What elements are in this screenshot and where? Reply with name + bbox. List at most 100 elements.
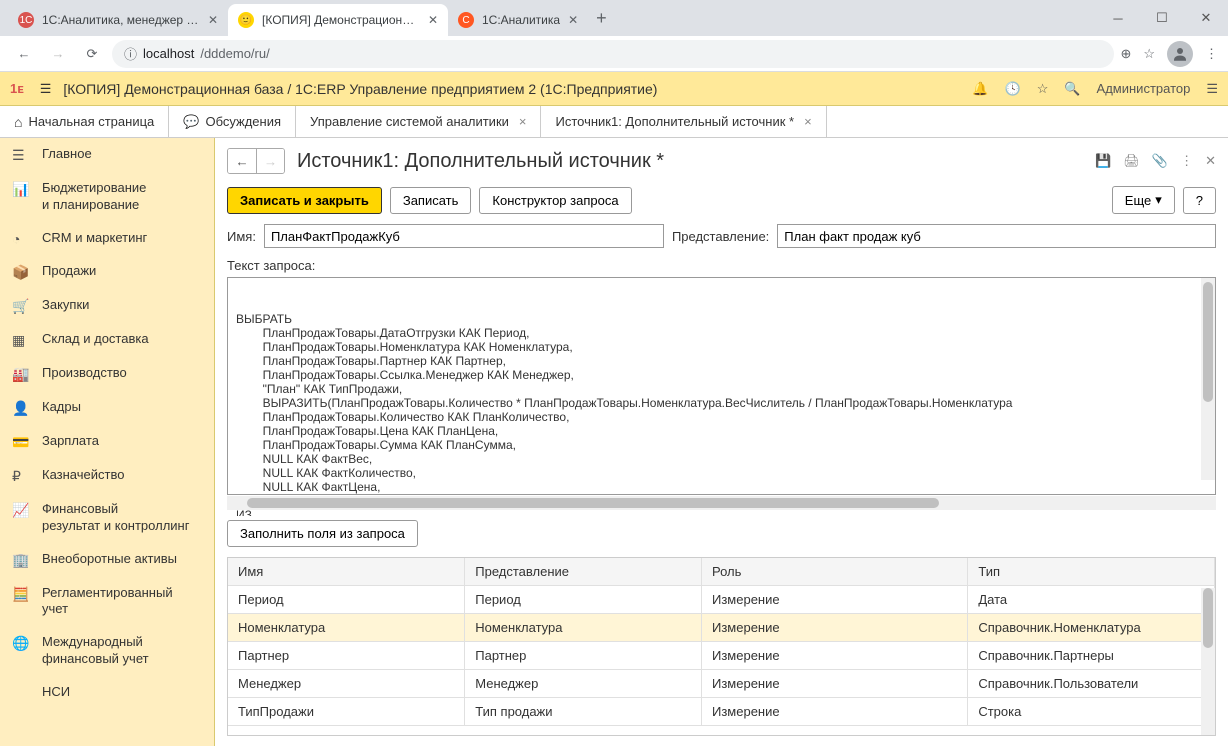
table-vscrollbar[interactable] — [1201, 588, 1215, 735]
close-tab-1-icon[interactable]: ✕ — [428, 13, 438, 27]
nav-forward-button[interactable]: → — [256, 149, 284, 173]
app-body: ☰Главное 📊Бюджетирование и планирование … — [0, 138, 1228, 746]
browser-tabs-bar: 1С 1С:Аналитика, менеджер подк ✕ 🙂 [КОПИ… — [0, 0, 1228, 36]
more-button[interactable]: Еще▾ — [1112, 186, 1175, 214]
main-tab-analytics[interactable]: Управление системой аналитики × — [296, 106, 541, 137]
globe-icon: 🌐 — [12, 635, 30, 652]
scrollbar-thumb[interactable] — [1203, 588, 1213, 648]
name-label: Имя: — [227, 229, 256, 244]
table-cell: Номенклатура — [465, 614, 702, 642]
chrome-menu-icon[interactable]: ⋮ — [1205, 46, 1218, 62]
back-button[interactable]: ← — [10, 40, 38, 68]
table-row[interactable]: ПериодПериодИзмерениеДата — [228, 586, 1215, 614]
warehouse-icon: ▦ — [12, 332, 30, 349]
fields-table: Имя Представление Роль Тип ПериодПериодИ… — [227, 557, 1216, 736]
close-tab-icon[interactable]: × — [519, 114, 527, 129]
col-presentation[interactable]: Представление — [465, 558, 702, 586]
user-label[interactable]: Администратор — [1097, 81, 1191, 96]
table-row[interactable]: НоменклатураНоменклатураИзмерениеСправоч… — [228, 614, 1215, 642]
minimize-icon[interactable]: ─ — [1096, 0, 1140, 36]
scrollbar-thumb[interactable] — [1203, 282, 1213, 402]
bookmark-star-icon[interactable]: ☆ — [1143, 46, 1155, 62]
main-tab-source[interactable]: Источник1: Дополнительный источник * × — [541, 106, 826, 137]
table-cell: Справочник.Номенклатура — [968, 614, 1215, 642]
install-icon[interactable]: ⊕ — [1120, 46, 1131, 62]
history-icon[interactable]: 🕓 — [1005, 81, 1021, 97]
menu-icon: ☰ — [12, 147, 30, 164]
sidebar-item-budget[interactable]: 📊Бюджетирование и планирование — [0, 172, 214, 222]
nav-back-button[interactable]: ← — [228, 149, 256, 173]
print-icon[interactable]: 🖨 — [1123, 153, 1140, 169]
sidebar-item-treasury[interactable]: ₽Казначейство — [0, 459, 214, 493]
main-tab-home[interactable]: ⌂ Начальная страница — [0, 106, 169, 137]
tab-title-1: [КОПИЯ] Демонстрационная ба — [262, 13, 420, 27]
tab-title-2: 1С:Аналитика — [482, 13, 560, 27]
table-row[interactable]: ТипПродажиТип продажиИзмерениеСтрока — [228, 698, 1215, 726]
sidebar-item-hr[interactable]: 👤Кадры — [0, 391, 214, 425]
close-tab-0-icon[interactable]: ✕ — [208, 13, 218, 27]
attach-icon[interactable]: 📎 — [1152, 153, 1168, 169]
chat-icon: 💬 — [183, 114, 199, 130]
bell-icon[interactable]: 🔔 — [972, 81, 988, 97]
save-close-button[interactable]: Записать и закрыть — [227, 187, 382, 214]
sidebar-item-intl[interactable]: 🌐Международный финансовый учет — [0, 626, 214, 676]
close-window-icon[interactable]: ✕ — [1184, 0, 1228, 36]
sidebar-item-warehouse[interactable]: ▦Склад и доставка — [0, 323, 214, 357]
ruble-icon: ₽ — [12, 468, 30, 485]
save-button[interactable]: Записать — [390, 187, 472, 214]
content: ← → Источник1: Дополнительный источник *… — [215, 138, 1228, 746]
profile-avatar[interactable] — [1167, 41, 1193, 67]
main-tab-discussions[interactable]: 💬 Обсуждения — [169, 106, 296, 137]
sidebar-item-nsi[interactable]: НСИ — [0, 676, 214, 709]
star-icon[interactable]: ☆ — [1037, 81, 1049, 97]
query-box[interactable]: ВЫБРАТЬ ПланПродажТовары.ДатаОтгрузки КА… — [227, 277, 1216, 495]
query-hscrollbar[interactable] — [227, 496, 1216, 510]
sidebar-item-assets[interactable]: 🏢Внеоборотные активы — [0, 543, 214, 577]
query-builder-button[interactable]: Конструктор запроса — [479, 187, 631, 214]
browser-tab-0[interactable]: 1С 1С:Аналитика, менеджер подк ✕ — [8, 4, 228, 36]
close-content-icon[interactable]: ✕ — [1205, 153, 1216, 169]
browser-tab-1[interactable]: 🙂 [КОПИЯ] Демонстрационная ба ✕ — [228, 4, 448, 36]
sidebar-item-crm[interactable]: ◔CRM и маркетинг — [0, 222, 214, 255]
help-button[interactable]: ? — [1183, 187, 1216, 214]
sidebar-item-sales[interactable]: 📦Продажи — [0, 255, 214, 289]
nav-arrows: ← → — [227, 148, 285, 174]
app-menu-icon[interactable]: ☰ — [1206, 81, 1218, 97]
hamburger-icon[interactable]: ☰ — [40, 81, 52, 97]
presentation-label: Представление: — [672, 229, 769, 244]
col-name[interactable]: Имя — [228, 558, 465, 586]
search-icon[interactable]: 🔍 — [1064, 81, 1080, 97]
browser-tab-2[interactable]: C 1С:Аналитика ✕ — [448, 4, 588, 36]
table-cell: Дата — [968, 586, 1215, 614]
favicon-2: C — [458, 12, 474, 28]
home-icon: ⌂ — [14, 114, 22, 130]
forward-button[interactable]: → — [44, 40, 72, 68]
sidebar-item-production[interactable]: 🏭Производство — [0, 357, 214, 391]
name-input[interactable] — [264, 224, 664, 248]
col-role[interactable]: Роль — [702, 558, 968, 586]
col-type[interactable]: Тип — [968, 558, 1215, 586]
table-row[interactable]: МенеджерМенеджерИзмерениеСправочник.Поль… — [228, 670, 1215, 698]
url-field[interactable]: ⓘ localhost/dddemo/ru/ — [112, 40, 1114, 68]
content-header: ← → Источник1: Дополнительный источник *… — [227, 148, 1216, 174]
close-tab-2-icon[interactable]: ✕ — [568, 13, 578, 27]
save-icon[interactable]: 💾 — [1095, 153, 1111, 169]
people-icon: 👤 — [12, 400, 30, 417]
table-row[interactable]: ПартнерПартнерИзмерениеСправочник.Партне… — [228, 642, 1215, 670]
sidebar-item-salary[interactable]: 💳Зарплата — [0, 425, 214, 459]
scrollbar-thumb[interactable] — [247, 498, 939, 508]
maximize-icon[interactable]: ☐ — [1140, 0, 1184, 36]
query-label: Текст запроса: — [227, 258, 1216, 273]
table-cell: Партнер — [465, 642, 702, 670]
sidebar-item-finresult[interactable]: 📈Финансовый результат и контроллинг — [0, 493, 214, 543]
sidebar-item-accounting[interactable]: 🧮Регламентированный учет — [0, 577, 214, 627]
new-tab-button[interactable]: + — [588, 8, 615, 29]
query-vscrollbar[interactable] — [1201, 278, 1215, 480]
sidebar-item-main[interactable]: ☰Главное — [0, 138, 214, 172]
reload-button[interactable]: ⟳ — [78, 40, 106, 68]
more-vert-icon[interactable]: ⋮ — [1180, 153, 1193, 169]
presentation-input[interactable] — [777, 224, 1216, 248]
sidebar-item-purchases[interactable]: 🛒Закупки — [0, 289, 214, 323]
close-tab-icon[interactable]: × — [804, 114, 812, 129]
sales-icon: 📦 — [12, 264, 30, 281]
